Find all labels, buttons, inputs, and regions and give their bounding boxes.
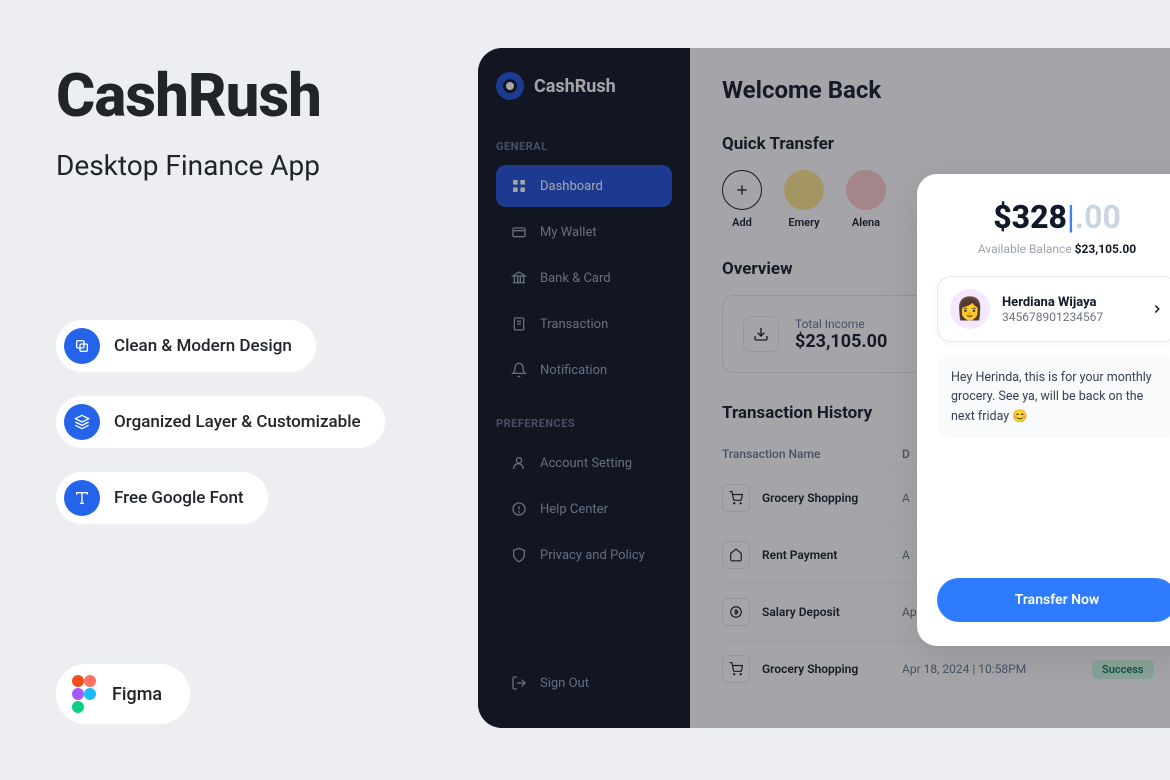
avatar <box>846 170 886 210</box>
feature-pill-design: Clean & Modern Design <box>56 320 316 372</box>
transfer-modal: $328|.00 Available Balance $23,105.00 👩 … <box>917 174 1170 646</box>
quick-transfer-contact[interactable]: Emery <box>784 170 824 229</box>
figma-label: Figma <box>112 684 162 705</box>
nav-account[interactable]: Account Setting <box>496 442 672 484</box>
transaction-icon <box>722 655 750 683</box>
wallet-icon <box>510 223 528 241</box>
avatar: 👩 <box>950 289 990 329</box>
nav-signout[interactable]: Sign Out <box>496 662 603 704</box>
nav-dashboard[interactable]: Dashboard <box>496 165 672 207</box>
feature-label: Free Google Font <box>114 488 244 508</box>
tx-name: Grocery Shopping <box>762 662 902 676</box>
brand-logo-icon <box>496 72 524 100</box>
recipient-selector[interactable]: 👩 Herdiana Wijaya 345678901234567 <box>937 276 1170 342</box>
nav-label: Sign Out <box>540 676 589 691</box>
figma-badge: Figma <box>56 664 190 724</box>
feature-label: Clean & Modern Design <box>114 336 292 356</box>
user-icon <box>510 454 528 472</box>
layers-icon <box>64 404 100 440</box>
transfer-now-button[interactable]: Transfer Now <box>937 578 1170 622</box>
receipt-icon <box>510 315 528 333</box>
nav-label: My Wallet <box>540 225 597 240</box>
col-name: Transaction Name <box>722 447 902 461</box>
type-icon <box>64 480 100 516</box>
status-badge: Success <box>1092 660 1154 679</box>
qt-label: Add <box>732 216 752 229</box>
overview-value: $23,105.00 <box>795 331 887 352</box>
feature-pill-layers: Organized Layer & Customizable <box>56 396 385 448</box>
figma-icon <box>70 674 98 714</box>
quick-transfer-contact[interactable]: Alena <box>846 170 886 229</box>
available-balance: Available Balance $23,105.00 <box>937 242 1170 256</box>
promo-title: CashRush <box>56 60 321 131</box>
total-income-card: Total Income $23,105.00 <box>722 295 942 373</box>
nav-privacy[interactable]: Privacy and Policy <box>496 534 672 576</box>
promo-subtitle: Desktop Finance App <box>56 149 321 182</box>
nav-label: Dashboard <box>540 179 603 194</box>
nav-section-general: GENERAL <box>496 140 672 153</box>
nav-notification[interactable]: Notification <box>496 349 672 391</box>
nav-help[interactable]: Help Center <box>496 488 672 530</box>
nav-label: Help Center <box>540 502 608 517</box>
nav-label: Transaction <box>540 317 608 332</box>
table-row[interactable]: Grocery Shopping Apr 18, 2024 | 10:58PM … <box>722 640 1170 697</box>
nav-wallet[interactable]: My Wallet <box>496 211 672 253</box>
qt-label: Alena <box>852 216 880 229</box>
nav-label: Bank & Card <box>540 271 611 286</box>
page-title: Welcome Back <box>722 76 1170 104</box>
overview-label: Total Income <box>795 317 887 331</box>
bell-icon <box>510 361 528 379</box>
nav-label: Account Setting <box>540 456 632 471</box>
promo-area: CashRush Desktop Finance App <box>56 60 321 182</box>
quick-transfer-title: Quick Transfer <box>722 134 1170 154</box>
transaction-icon <box>722 484 750 512</box>
brand: CashRush <box>496 72 672 100</box>
transfer-amount: $328|.00 <box>937 198 1170 236</box>
transaction-icon <box>722 598 750 626</box>
brand-name: CashRush <box>534 76 616 97</box>
nav-bank[interactable]: Bank & Card <box>496 257 672 299</box>
tx-date: Apr 18, 2024 | 10:58PM <box>902 662 1092 676</box>
amount-cents: .00 <box>1075 198 1121 236</box>
transfer-message[interactable]: Hey Herinda, this is for your monthly gr… <box>937 356 1170 438</box>
download-icon <box>743 316 779 352</box>
nav-label: Privacy and Policy <box>540 548 645 563</box>
recipient-name: Herdiana Wijaya <box>1002 295 1103 310</box>
recipient-number: 345678901234567 <box>1002 310 1103 324</box>
nav-transaction[interactable]: Transaction <box>496 303 672 345</box>
avatar <box>784 170 824 210</box>
nav-label: Notification <box>540 363 607 378</box>
tx-name: Rent Payment <box>762 548 902 562</box>
amount-whole: $328 <box>993 198 1067 236</box>
feature-pill-font: Free Google Font <box>56 472 268 524</box>
copy-icon <box>64 328 100 364</box>
feature-label: Organized Layer & Customizable <box>114 412 361 432</box>
signout-icon <box>510 674 528 692</box>
feature-list: Clean & Modern Design Organized Layer & … <box>56 320 385 524</box>
shield-icon <box>510 546 528 564</box>
qt-label: Emery <box>788 216 819 229</box>
col-date: D <box>902 447 910 461</box>
chevron-right-icon <box>1150 302 1164 316</box>
tx-name: Grocery Shopping <box>762 491 902 505</box>
plus-icon <box>722 170 762 210</box>
nav-section-preferences: PREFERENCES <box>496 417 672 430</box>
help-icon <box>510 500 528 518</box>
bank-icon <box>510 269 528 287</box>
transaction-icon <box>722 541 750 569</box>
tx-name: Salary Deposit <box>762 605 902 619</box>
grid-icon <box>510 177 528 195</box>
sidebar: CashRush GENERAL Dashboard My Wallet Ban… <box>478 48 690 728</box>
quick-transfer-add[interactable]: Add <box>722 170 762 229</box>
